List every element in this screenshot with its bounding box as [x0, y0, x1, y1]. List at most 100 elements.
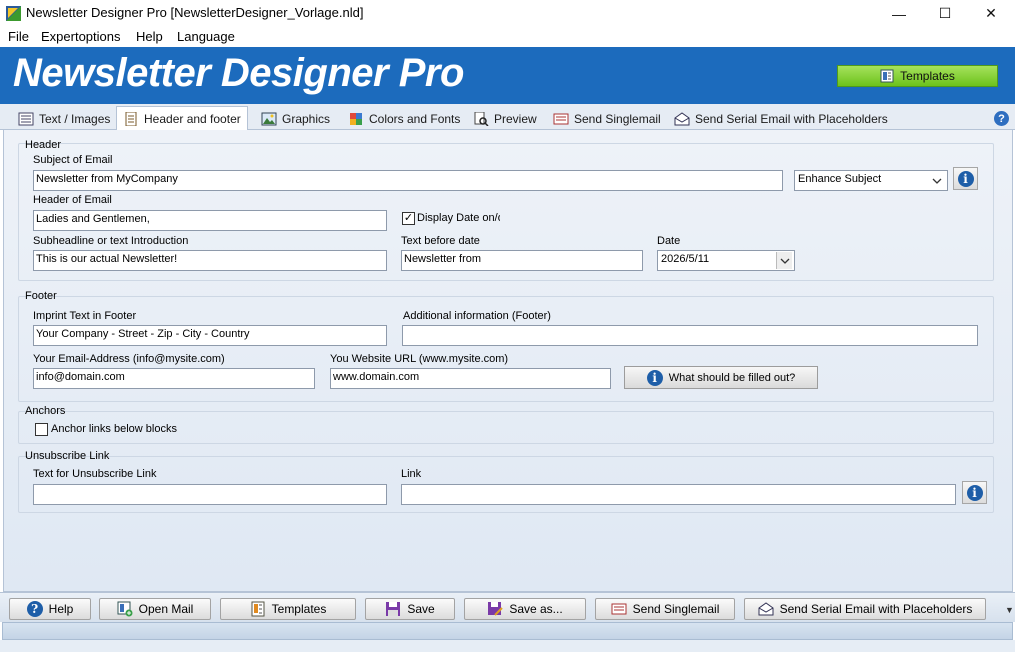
header-of-email-label: Header of Email: [33, 194, 112, 206]
imprint-label: Imprint Text in Footer: [33, 310, 137, 322]
tab-label: Header and footer: [144, 112, 241, 126]
tab-colors-fonts[interactable]: Colors and Fonts: [342, 107, 466, 131]
website-url-input[interactable]: www.domain.com: [330, 368, 611, 389]
save-as-button-label: Save as...: [509, 602, 563, 616]
title-bar: Newsletter Designer Pro [NewsletterDesig…: [0, 0, 1015, 27]
unsubscribe-text-input[interactable]: [33, 484, 387, 505]
templates-icon: [251, 601, 265, 617]
serial-mail-icon: [674, 112, 690, 126]
help-icon[interactable]: ?: [994, 111, 1009, 126]
chevron-down-icon[interactable]: [776, 252, 792, 269]
banner: Newsletter Designer Pro Templates: [0, 47, 1015, 104]
info-icon: i: [646, 369, 663, 386]
preview-icon: [474, 112, 489, 126]
additional-info-input[interactable]: [402, 325, 978, 346]
tab-label: Graphics: [282, 112, 331, 126]
menu-help[interactable]: Help: [136, 29, 163, 44]
save-as-button[interactable]: Save as...: [464, 598, 586, 620]
text-images-icon: [18, 112, 34, 126]
templates-button-label: Templates: [271, 602, 327, 616]
text-before-date-label: Text before date: [401, 235, 480, 247]
footer-group-title: Footer: [25, 290, 57, 302]
send-serial-button-label: Send Serial Email with Placeholders: [779, 602, 973, 616]
display-date-label: Display Date on/o: [417, 212, 500, 224]
close-button[interactable]: ✕: [968, 0, 1014, 27]
subject-input[interactable]: Newsletter from MyCompany: [33, 170, 783, 191]
banner-title: Newsletter Designer Pro: [13, 51, 464, 95]
anchor-links-label: Anchor links below blocks: [51, 423, 177, 435]
menu-expertoptions[interactable]: Expertoptions: [41, 29, 121, 44]
maximize-button[interactable]: ☐: [922, 0, 968, 27]
unsubscribe-link-input[interactable]: [401, 484, 956, 505]
save-button-label: Save: [407, 602, 435, 616]
text-before-date-input[interactable]: Newsletter from: [401, 250, 643, 271]
unsubscribe-link-label: Link: [401, 468, 422, 480]
window-bottom-edge: [0, 640, 1015, 652]
serial-mail-icon: [758, 602, 774, 616]
tab-label: Send Serial Email with Placeholders: [695, 112, 888, 126]
menu-file[interactable]: File: [8, 29, 29, 44]
anchors-group-title: Anchors: [25, 405, 66, 417]
save-as-icon: [488, 602, 504, 616]
send-serial-button[interactable]: Send Serial Email with Placeholders: [744, 598, 986, 620]
tab-label: Send Singlemail: [574, 112, 661, 126]
templates-top-label: Templates: [900, 69, 955, 83]
picture-icon: [261, 112, 277, 126]
subheadline-label: Subheadline or text Introduction: [33, 235, 189, 247]
tab-label: Text / Images: [39, 112, 111, 126]
subject-label: Subject of Email: [33, 154, 113, 166]
minimize-button[interactable]: —: [876, 0, 922, 27]
unsubscribe-info-button[interactable]: i: [962, 481, 987, 504]
tab-label: Colors and Fonts: [369, 112, 461, 126]
help-question-icon: ?: [26, 601, 43, 617]
tab-text-images[interactable]: Text / Images: [12, 107, 116, 131]
tab-send-singlemail[interactable]: Send Singlemail: [547, 107, 667, 131]
menu-language[interactable]: Language: [177, 29, 235, 44]
header-group-title: Header: [25, 139, 62, 151]
info-icon: i: [966, 484, 983, 501]
tab-graphics[interactable]: Graphics: [255, 107, 336, 131]
email-address-input[interactable]: info@domain.com: [33, 368, 315, 389]
help-button[interactable]: ? Help: [9, 598, 91, 620]
tab-label: Preview: [494, 112, 537, 126]
unsubscribe-group-title: Unsubscribe Link: [25, 450, 110, 462]
subject-info-button[interactable]: i: [953, 167, 978, 190]
enhance-subject-dropdown[interactable]: Enhance Subject: [794, 170, 948, 191]
bottom-toolbar: ? Help Open Mail Templates Save Save as.…: [0, 592, 1015, 622]
toolbar-overflow-icon[interactable]: ▼: [1005, 605, 1014, 615]
window-title: Newsletter Designer Pro [NewsletterDesig…: [26, 5, 364, 20]
date-label: Date: [657, 235, 681, 247]
save-button[interactable]: Save: [365, 598, 455, 620]
info-icon: i: [957, 170, 974, 187]
email-address-label: Your Email-Address (info@mysite.com): [33, 353, 225, 365]
open-mail-icon: [117, 601, 133, 617]
templates-button[interactable]: Templates: [220, 598, 356, 620]
document-icon: [125, 112, 137, 126]
app-logo-icon: [6, 6, 21, 21]
what-filled-out-button[interactable]: i What should be filled out?: [624, 366, 818, 389]
tab-header-footer[interactable]: Header and footer: [116, 106, 248, 132]
anchor-links-checkbox[interactable]: [35, 423, 48, 436]
display-date-checkbox[interactable]: ✓: [402, 212, 415, 225]
status-bar: [2, 622, 1013, 640]
menu-bar: File Expertoptions Help Language: [0, 27, 1015, 47]
header-of-email-input[interactable]: Ladies and Gentlemen,: [33, 210, 387, 231]
chevron-down-icon: [929, 172, 945, 189]
subheadline-input[interactable]: This is our actual Newsletter!: [33, 250, 387, 271]
open-mail-button-label: Open Mail: [138, 602, 194, 616]
what-filled-out-label: What should be filled out?: [668, 371, 796, 384]
imprint-input[interactable]: Your Company - Street - Zip - City - Cou…: [33, 325, 387, 346]
open-mail-button[interactable]: Open Mail: [99, 598, 211, 620]
main-panel: Header Subject of Email Newsletter from …: [3, 130, 1013, 592]
enhance-subject-value: Enhance Subject: [798, 173, 882, 185]
date-picker[interactable]: 2026/5/11: [657, 250, 795, 271]
send-singlemail-button[interactable]: Send Singlemail: [595, 598, 735, 620]
save-icon: [386, 602, 401, 616]
tab-preview[interactable]: Preview: [467, 107, 543, 131]
templates-top-button[interactable]: Templates: [837, 65, 998, 87]
mail-icon: [611, 603, 627, 615]
date-value: 2026/5/11: [661, 253, 710, 265]
tab-send-serial[interactable]: Send Serial Email with Placeholders: [668, 107, 894, 131]
colors-icon: [350, 113, 362, 125]
unsubscribe-text-label: Text for Unsubscribe Link: [33, 468, 157, 480]
